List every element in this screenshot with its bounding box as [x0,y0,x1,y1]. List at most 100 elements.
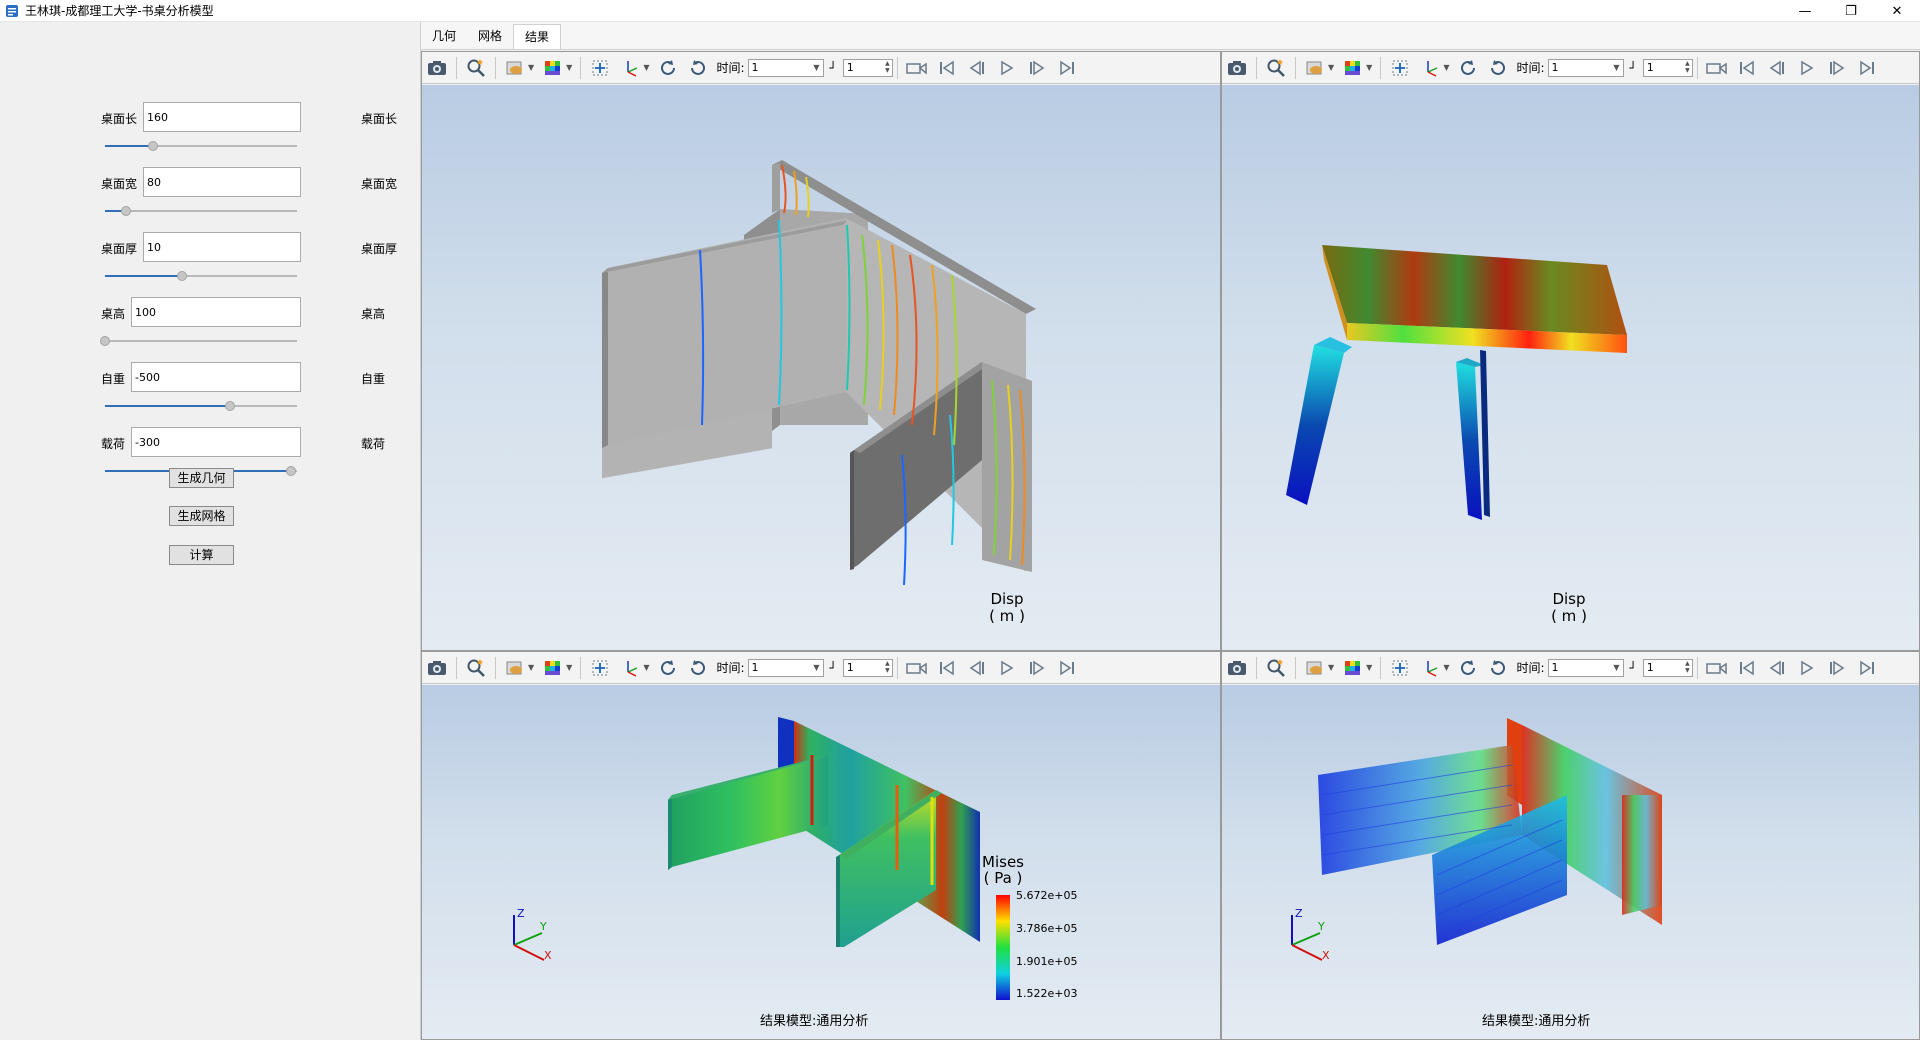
step-spinner[interactable]: 1 ▲ ▼ [842,58,893,77]
color-map-icon[interactable] [540,56,566,80]
play-icon[interactable] [994,656,1020,680]
color-map-icon[interactable] [540,656,566,680]
viewport-bottom-right[interactable]: ▼ ▼ ▼ 时间: 1 ▼ ┘ 1 ▲ ▼ Z Y X 结果模型:通用分析 [1221,651,1920,1040]
zoom-icon[interactable] [1263,656,1289,680]
viewport-top-left[interactable]: ▼ ▼ ▼ 时间: 1 ▼ ┘ 1 ▲ ▼ Disp (m) [421,51,1221,651]
reset-view-icon[interactable] [1485,56,1511,80]
next-frame-icon[interactable] [1824,656,1850,680]
play-icon[interactable] [994,56,1020,80]
render-canvas[interactable]: Z Y X 结果模型:通用分析 [1222,685,1919,1039]
viewport-bottom-left[interactable]: ▼ ▼ ▼ 时间: 1 ▼ ┘ 1 ▲ ▼ Z Y X Mises (Pa)… [421,651,1221,1040]
screenshot-icon[interactable] [1224,656,1250,680]
viewport-top-right[interactable]: ▼ ▼ ▼ 时间: 1 ▼ ┘ 1 ▲ ▼ Disp (m) [1221,51,1920,651]
render-canvas[interactable]: Disp ( m ) [422,85,1220,650]
param-slider[interactable] [105,400,297,412]
step-spinner[interactable]: 1 ▲ ▼ [1642,58,1693,77]
param-input[interactable] [131,297,301,327]
screenshot-icon[interactable] [424,56,450,80]
slider-thumb[interactable] [121,206,132,216]
axis-view-icon[interactable] [1417,656,1443,680]
last-frame-icon[interactable] [1054,656,1080,680]
param-slider[interactable] [105,140,297,152]
reset-view-icon[interactable] [1485,656,1511,680]
param-slider[interactable] [105,205,297,217]
time-select[interactable]: 1 ▼ [747,58,824,77]
render-canvas[interactable]: Disp ( m ) [1222,85,1919,650]
record-video-icon[interactable] [904,56,930,80]
last-frame-icon[interactable] [1854,656,1880,680]
prev-frame-icon[interactable] [1764,56,1790,80]
app-icon [6,4,18,17]
record-video-icon[interactable] [1704,56,1730,80]
tab-mesh[interactable]: 网格 [467,24,513,49]
zoom-icon[interactable] [1263,56,1289,80]
tab-results[interactable]: 结果 [513,24,562,49]
next-frame-icon[interactable] [1024,656,1050,680]
tab-geometry[interactable]: 几何 [421,24,467,49]
step-spinner[interactable]: 1 ▲ ▼ [842,658,893,677]
clip-plane-icon[interactable] [1302,656,1328,680]
last-frame-icon[interactable] [1054,56,1080,80]
reset-view-icon[interactable] [685,656,711,680]
slider-thumb[interactable] [176,271,187,281]
param-input[interactable] [131,362,301,392]
color-map-icon[interactable] [1340,56,1366,80]
screenshot-icon[interactable] [424,656,450,680]
record-video-icon[interactable] [1704,656,1730,680]
generate-mesh-button[interactable]: 生成网格 [169,506,234,526]
generate-geometry-button[interactable]: 生成几何 [169,468,234,488]
color-map-icon[interactable] [1340,656,1366,680]
first-frame-icon[interactable] [1734,56,1760,80]
param-slider[interactable] [100,335,297,347]
last-frame-icon[interactable] [1854,56,1880,80]
param-input[interactable] [143,167,301,197]
time-select[interactable]: 1 ▼ [747,658,824,677]
axis-view-icon[interactable] [1417,56,1443,80]
fit-view-icon[interactable] [587,56,613,80]
fit-view-icon[interactable] [1387,656,1413,680]
slider-thumb[interactable] [224,401,235,411]
axis-view-icon[interactable] [617,56,643,80]
record-video-icon[interactable] [904,656,930,680]
param-slider[interactable] [105,270,297,282]
param-input[interactable] [143,232,301,262]
rotate-icon[interactable] [655,56,681,80]
fit-view-icon[interactable] [1387,56,1413,80]
slider-thumb[interactable] [100,336,110,346]
minimize-button[interactable]: — [1782,0,1828,22]
time-select[interactable]: 1 ▼ [1547,658,1624,677]
zoom-icon[interactable] [463,56,489,80]
prev-frame-icon[interactable] [964,56,990,80]
restore-button[interactable]: ❐ [1828,0,1874,22]
rotate-icon[interactable] [655,656,681,680]
rotate-icon[interactable] [1455,56,1481,80]
compute-button[interactable]: 计算 [169,545,234,565]
render-canvas[interactable]: Z Y X Mises ( Pa ) 5.672e+05 3.786e+05 1… [422,685,1220,1039]
clip-plane-icon[interactable] [502,56,528,80]
param-row: 自重 自重 [0,362,421,392]
reset-view-icon[interactable] [685,56,711,80]
first-frame-icon[interactable] [1734,656,1760,680]
next-frame-icon[interactable] [1024,56,1050,80]
prev-frame-icon[interactable] [964,656,990,680]
play-icon[interactable] [1794,56,1820,80]
clip-plane-icon[interactable] [502,656,528,680]
play-icon[interactable] [1794,656,1820,680]
axis-view-icon[interactable] [617,656,643,680]
step-spinner[interactable]: 1 ▲ ▼ [1642,658,1693,677]
zoom-icon[interactable] [463,656,489,680]
first-frame-icon[interactable] [934,56,960,80]
close-button[interactable]: ✕ [1874,0,1920,22]
param-input[interactable] [143,102,301,132]
param-input[interactable] [131,427,301,457]
clip-plane-icon[interactable] [1302,56,1328,80]
time-select[interactable]: 1 ▼ [1547,58,1624,77]
first-frame-icon[interactable] [934,656,960,680]
slider-thumb[interactable] [286,466,297,476]
next-frame-icon[interactable] [1824,56,1850,80]
slider-thumb[interactable] [148,141,158,151]
prev-frame-icon[interactable] [1764,656,1790,680]
screenshot-icon[interactable] [1224,56,1250,80]
fit-view-icon[interactable] [587,656,613,680]
rotate-icon[interactable] [1455,656,1481,680]
